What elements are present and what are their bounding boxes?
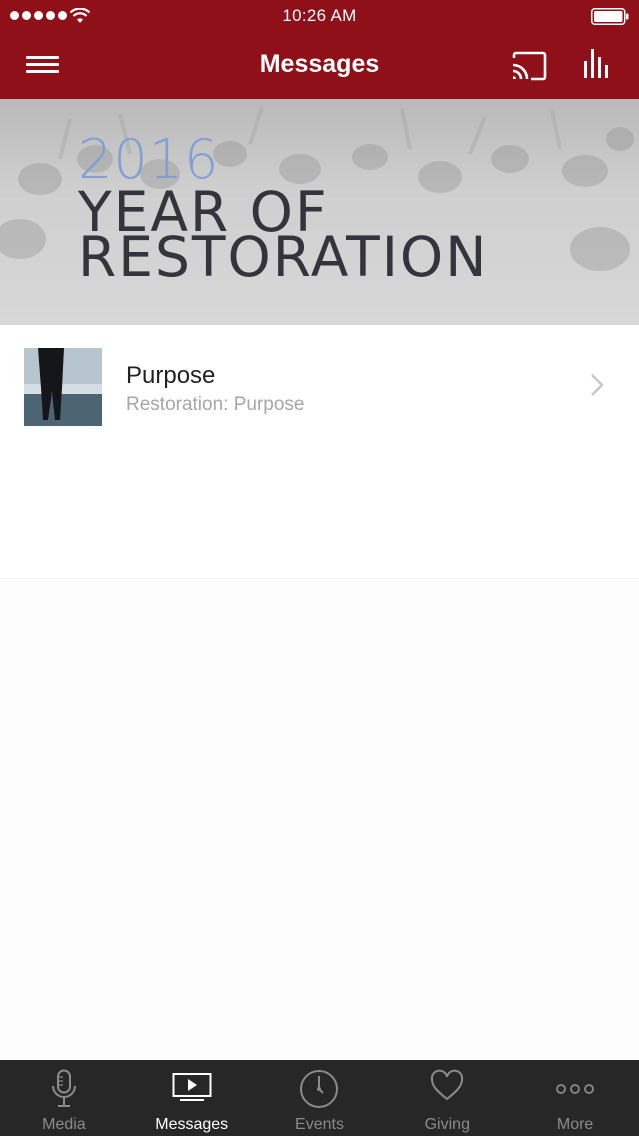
banner-year: 2016 xyxy=(78,128,220,191)
battery-icon xyxy=(591,8,629,25)
stats-icon[interactable] xyxy=(582,47,614,81)
heart-icon xyxy=(431,1069,464,1101)
more-dots-icon xyxy=(556,1084,594,1094)
tab-media[interactable]: Media xyxy=(0,1060,128,1136)
status-bar: 10:26 AM xyxy=(0,0,639,32)
status-time: 10:26 AM xyxy=(282,6,357,25)
chevron-right-icon xyxy=(591,374,604,396)
list-item[interactable]: Purpose Restoration: Purpose xyxy=(0,326,639,448)
tab-events-label: Events xyxy=(295,1116,344,1133)
message-subtitle: Restoration: Purpose xyxy=(126,394,305,415)
play-screen-icon xyxy=(172,1073,212,1101)
app-header: 10:26 AM Messages xyxy=(0,0,639,99)
navigation-bar: Messages xyxy=(0,32,639,99)
tab-media-label: Media xyxy=(42,1116,86,1133)
cast-icon[interactable] xyxy=(510,50,548,82)
tab-more[interactable]: More xyxy=(511,1060,639,1136)
empty-list-area xyxy=(0,578,639,1060)
tab-giving-label: Giving xyxy=(424,1116,470,1133)
banner-title-line2: RESTORATION xyxy=(78,225,489,289)
tab-messages-label: Messages xyxy=(155,1116,229,1133)
tab-events[interactable]: Events xyxy=(256,1060,384,1136)
series-banner[interactable]: 2016 YEAR OF RESTORATION xyxy=(0,99,639,325)
tab-more-label: More xyxy=(556,1116,594,1133)
message-title: Purpose xyxy=(126,362,216,389)
tab-messages[interactable]: Messages xyxy=(128,1060,256,1136)
message-thumbnail xyxy=(24,348,102,426)
tab-giving[interactable]: Giving xyxy=(383,1060,511,1136)
clock-icon xyxy=(300,1070,339,1108)
tab-bar: Media Messages Events Giving More xyxy=(0,1060,639,1136)
microphone-icon xyxy=(51,1069,76,1107)
